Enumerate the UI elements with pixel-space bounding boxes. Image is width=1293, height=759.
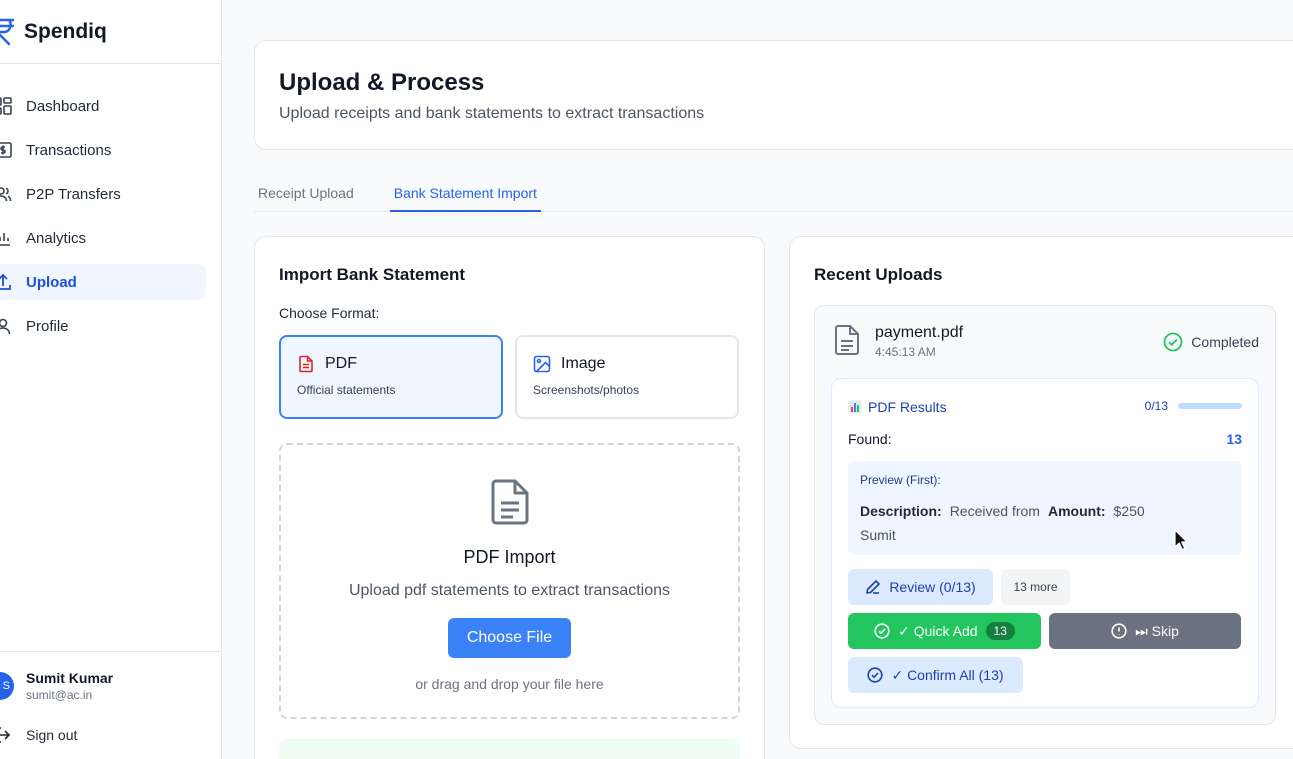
- brand[interactable]: Spendiq: [0, 0, 221, 64]
- sidebar-item-dashboard[interactable]: Dashboard: [0, 88, 206, 124]
- dropzone-hint: or drag and drop your file here: [415, 676, 604, 692]
- mouse-cursor-icon: [1174, 529, 1188, 551]
- progress-text: 0/13: [1144, 399, 1168, 413]
- bar-chart-emoji-icon: [848, 400, 862, 414]
- avatar: S: [0, 672, 14, 700]
- file-icon: [835, 325, 859, 355]
- user-name: Sumit Kumar: [26, 670, 114, 686]
- format-desc: Official statements: [297, 383, 396, 397]
- choose-format-label: Choose Format:: [279, 305, 380, 321]
- description-label: Description:: [860, 503, 942, 519]
- sidebar-item-analytics[interactable]: Analytics: [0, 220, 206, 256]
- sign-out-button[interactable]: Sign out: [0, 726, 77, 744]
- preview-title: Preview (First):: [860, 473, 941, 487]
- sidebar-item-label: Transactions: [26, 141, 112, 159]
- status-badge: Completed: [1163, 332, 1259, 352]
- pencil-icon: [866, 580, 881, 594]
- tab-receipt-upload[interactable]: Receipt Upload: [254, 174, 358, 212]
- review-button-label: Review (0/13): [889, 579, 976, 595]
- sidebar-item-p2p-transfers[interactable]: P2P Transfers: [0, 176, 206, 212]
- sign-out-label: Sign out: [26, 727, 78, 743]
- pdf-results-panel: PDF Results 0/13 Found: 13 Preview (Firs…: [831, 378, 1259, 708]
- page-title: Upload & Process: [279, 69, 485, 96]
- rupee-icon: [0, 18, 15, 45]
- format-name: Image: [561, 355, 606, 372]
- format-option-image[interactable]: Image Screenshots/photos: [515, 335, 739, 419]
- sidebar-item-label: Analytics: [26, 229, 87, 247]
- skip-button[interactable]: ⏭ Skip: [1049, 613, 1241, 649]
- user-email: sumit@ac.in: [26, 688, 93, 702]
- sidebar: Spendiq Dashboard Transactions P2P Trans…: [0, 0, 222, 759]
- found-value: 13: [1226, 431, 1242, 447]
- sidebar-item-label: Dashboard: [26, 97, 100, 115]
- results-actions: Review (0/13) 13 more ✓ Quick Add 13 ⏭ S…: [848, 569, 1242, 701]
- page-subtitle: Upload receipts and bank statements to e…: [279, 105, 705, 122]
- dashboard-icon: [0, 97, 12, 115]
- upload-icon: [0, 273, 11, 290]
- dropzone-subtitle: Upload pdf statements to extract transac…: [348, 582, 671, 599]
- bar-chart-icon: [0, 233, 10, 246]
- quick-add-button[interactable]: ✓ Quick Add 13: [848, 613, 1041, 649]
- sidebar-item-label: P2P Transfers: [26, 185, 121, 203]
- more-button[interactable]: 13 more: [1001, 569, 1070, 605]
- progress-bar: [1178, 403, 1242, 409]
- sign-out-icon: [0, 727, 11, 743]
- import-card-title: Import Bank Statement: [279, 265, 466, 284]
- check-circle-icon: [867, 667, 884, 683]
- preview-description: Description: Received from Sumit: [860, 499, 1048, 547]
- skip-button-label: ⏭ Skip: [1135, 622, 1179, 639]
- sidebar-item-upload[interactable]: Upload: [0, 264, 206, 300]
- upload-item: payment.pdf 4:45:13 AM Completed PDF Res…: [814, 305, 1276, 725]
- results-panel-peek: [279, 739, 740, 759]
- user-icon: [0, 318, 11, 335]
- preview-amount: Amount: $250: [1048, 499, 1145, 547]
- app-name: Spendiq: [24, 19, 107, 43]
- upload-time: 4:45:13 AM: [875, 345, 936, 359]
- tab-bank-statement-import[interactable]: Bank Statement Import: [389, 174, 541, 212]
- dropzone-title: PDF Import: [463, 547, 556, 567]
- image-icon: [533, 355, 551, 373]
- transactions-icon: [0, 142, 12, 158]
- review-button[interactable]: Review (0/13): [848, 569, 993, 605]
- sidebar-nav: Dashboard Transactions P2P Transfers Ana…: [0, 88, 206, 352]
- sidebar-item-profile[interactable]: Profile: [0, 308, 206, 344]
- review-progress: 0/13: [1145, 399, 1242, 413]
- found-row: Found: 13: [848, 431, 1242, 447]
- status-text: Completed: [1191, 334, 1259, 350]
- results-title-text: PDF Results: [868, 399, 947, 415]
- confirm-all-button[interactable]: ✓ Confirm All (13): [848, 657, 1023, 693]
- page-header: Upload & Process Upload receipts and ban…: [254, 40, 1293, 150]
- format-name: PDF: [325, 355, 357, 372]
- tab-bar: Receipt Upload Bank Statement Import: [254, 174, 1293, 212]
- results-title: PDF Results: [848, 399, 947, 415]
- alert-circle-icon: [1111, 623, 1127, 639]
- amount-value: $250: [1113, 503, 1145, 519]
- user-profile[interactable]: S Sumit Kumar sumit@ac.in: [0, 670, 113, 702]
- document-icon: [491, 479, 528, 525]
- quick-add-count: 13: [985, 622, 1015, 640]
- format-options: PDF Official statements Image Screenshot…: [279, 335, 740, 419]
- format-desc: Screenshots/photos: [533, 383, 640, 397]
- pdf-file-icon: [299, 355, 313, 373]
- recent-uploads-title: Recent Uploads: [814, 265, 943, 284]
- amount-label: Amount:: [1048, 503, 1106, 519]
- recent-uploads-card: Recent Uploads payment.pdf 4:45:13 AM Co…: [789, 236, 1293, 749]
- check-circle-icon: [1163, 332, 1183, 352]
- upload-file-name: payment.pdf: [875, 324, 964, 341]
- upload-file-row: payment.pdf 4:45:13 AM Completed: [833, 324, 1259, 359]
- sidebar-item-transactions[interactable]: Transactions: [0, 132, 206, 168]
- sidebar-item-label: Upload: [26, 273, 77, 291]
- import-bank-statement-card: Import Bank Statement Choose Format: PDF…: [254, 236, 765, 759]
- quick-add-label: ✓ Quick Add: [898, 622, 978, 639]
- sidebar-footer: S Sumit Kumar sumit@ac.in Sign out: [0, 651, 222, 759]
- sidebar-item-label: Profile: [26, 317, 69, 335]
- found-label: Found:: [848, 431, 892, 447]
- confirm-all-label: ✓ Confirm All (13): [891, 666, 1004, 683]
- file-dropzone[interactable]: PDF Import Upload pdf statements to extr…: [279, 443, 740, 719]
- users-icon: [0, 187, 12, 202]
- choose-file-button[interactable]: Choose File: [448, 618, 571, 658]
- check-circle-icon: [874, 623, 890, 639]
- format-option-pdf[interactable]: PDF Official statements: [279, 335, 503, 419]
